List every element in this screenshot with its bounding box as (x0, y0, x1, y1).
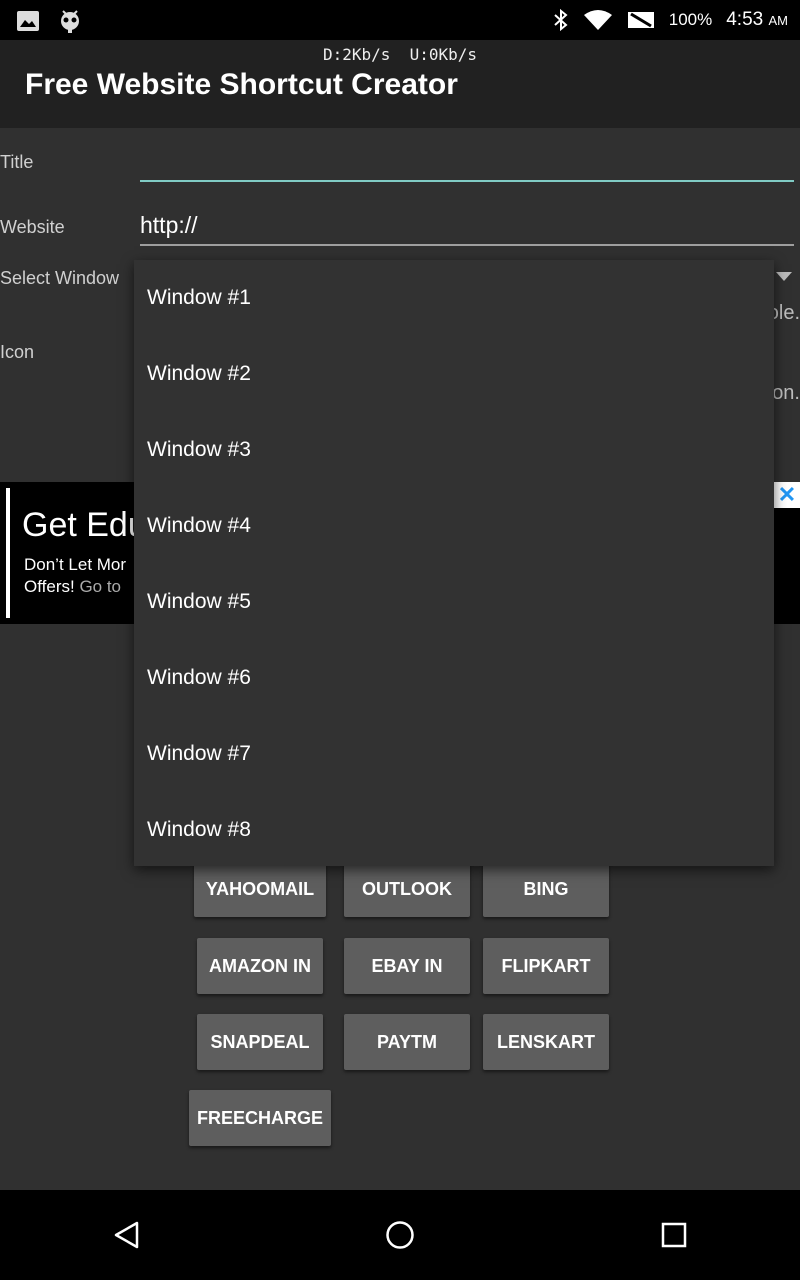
flipkart-button[interactable]: FLIPKART (483, 938, 609, 994)
ad-body-line2: Offers! Go to (24, 576, 126, 598)
paytm-button[interactable]: PAYTM (344, 1014, 470, 1070)
back-icon (114, 1221, 139, 1249)
ad-accent-bar (6, 488, 10, 618)
freecharge-button[interactable]: FREECHARGE (189, 1090, 331, 1146)
ebay-in-button[interactable]: EBAY IN (344, 938, 470, 994)
ad-link[interactable]: Go to (79, 577, 121, 596)
select-window-label: Select Window (0, 268, 120, 288)
recents-button[interactable] (629, 1190, 719, 1280)
home-icon (386, 1221, 414, 1249)
icon-label: Icon (0, 342, 35, 362)
back-button[interactable] (82, 1190, 172, 1280)
outlook-button[interactable]: OUTLOOK (344, 862, 470, 917)
ad-body-text: Offers! (24, 577, 75, 596)
ad-body: Don’t Let Mor Offers! Go to (24, 554, 126, 598)
image-icon (17, 11, 39, 31)
website-input[interactable]: http:// (140, 208, 794, 246)
navigation-bar (0, 1190, 800, 1280)
dropdown-item-window-4[interactable]: Window #4 (134, 488, 774, 564)
window-dropdown: Window #1 Window #2 Window #3 Window #4 … (134, 260, 774, 866)
dropdown-item-window-1[interactable]: Window #1 (134, 260, 774, 336)
dropdown-item-window-3[interactable]: Window #3 (134, 412, 774, 488)
android-debug-icon (61, 10, 79, 33)
dropdown-item-window-6[interactable]: Window #6 (134, 640, 774, 716)
spinner-arrow-icon[interactable] (776, 272, 792, 281)
bing-button[interactable]: BING (483, 862, 609, 917)
amazon-in-button[interactable]: AMAZON IN (197, 938, 323, 994)
title-input[interactable] (140, 140, 794, 182)
ad-body-line1: Don’t Let Mor (24, 555, 127, 574)
bluetooth-icon (554, 8, 568, 32)
title-label: Title (0, 152, 34, 172)
status-bar: 100% 4:53 AM (0, 0, 800, 40)
hint-text-2: on. (772, 382, 800, 404)
ad-headline[interactable]: Get Edu (22, 506, 147, 545)
yahoomail-button[interactable]: YAHOOMAIL (194, 862, 326, 917)
dropdown-item-window-8[interactable]: Window #8 (134, 792, 774, 868)
website-label: Website (0, 217, 65, 237)
ad-close-icon[interactable]: ✕ (774, 482, 800, 508)
recents-icon (661, 1222, 687, 1248)
snapdeal-button[interactable]: SNAPDEAL (197, 1014, 323, 1070)
clock-ampm: AM (768, 13, 789, 28)
battery-percent: 100% (668, 10, 713, 29)
clock-time: 4:53 (726, 9, 764, 30)
clock: 4:53 AM (726, 9, 788, 31)
app-title: Free Website Shortcut Creator (25, 68, 458, 101)
action-bar: D:2Kb/s U:0Kb/s Free Website Shortcut Cr… (0, 40, 800, 128)
home-button[interactable] (355, 1190, 445, 1280)
lenskart-button[interactable]: LENSKART (483, 1014, 609, 1070)
dropdown-item-window-5[interactable]: Window #5 (134, 564, 774, 640)
wifi-icon (583, 10, 612, 30)
no-sim-icon (627, 12, 654, 28)
dropdown-item-window-7[interactable]: Window #7 (134, 716, 774, 792)
network-speed: D:2Kb/s U:0Kb/s (322, 45, 478, 64)
dropdown-item-window-2[interactable]: Window #2 (134, 336, 774, 412)
